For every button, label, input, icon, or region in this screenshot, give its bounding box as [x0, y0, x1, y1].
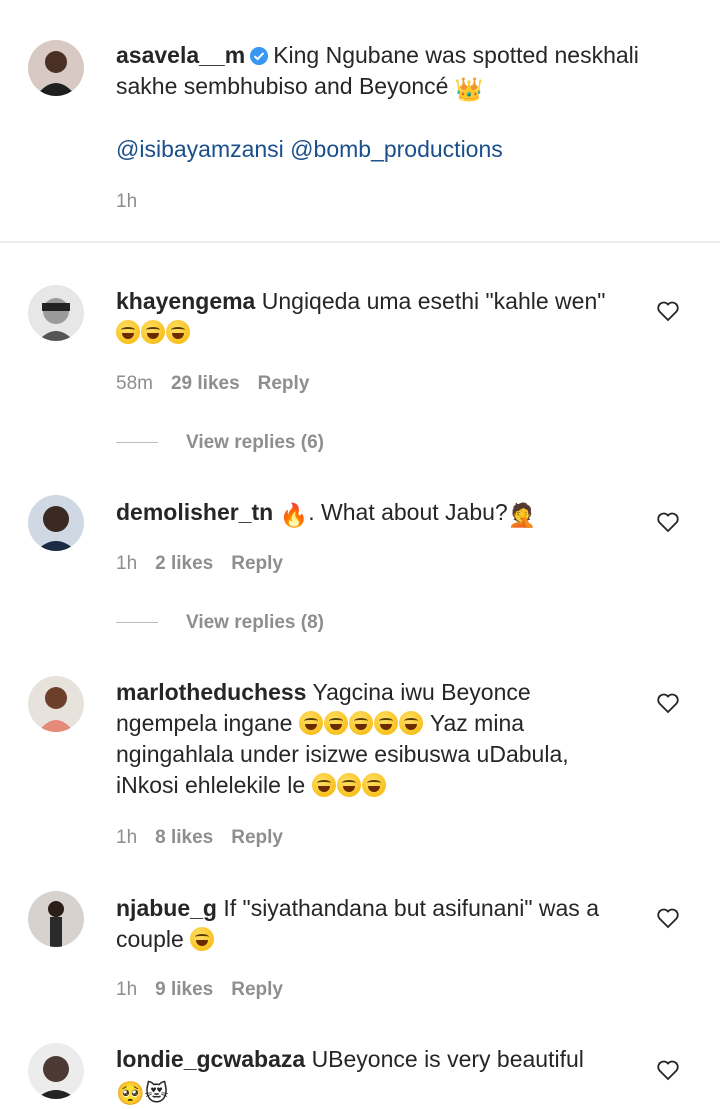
like-heart-icon[interactable] — [656, 511, 680, 533]
caption-time: 1h — [116, 191, 138, 212]
like-heart-icon[interactable] — [656, 907, 680, 929]
comment-username[interactable]: njabue_g — [116, 895, 217, 921]
comment-text: njabue_g If "siyathandana but asifunani"… — [116, 895, 599, 952]
grinning-sweat-emoji — [373, 711, 398, 735]
grinning-sweat-emoji — [361, 773, 386, 797]
comment-time: 1h — [116, 979, 138, 1000]
comment-meta: 58m 29 likes Reply — [116, 373, 327, 395]
comment-text: khayengema Ungiqeda uma esethi "kahle we… — [116, 286, 646, 348]
like-heart-icon[interactable] — [656, 692, 680, 714]
reply-button[interactable]: Reply — [231, 553, 283, 574]
comment-text: londie_gcwabaza UBeyonce is very beautif… — [116, 1044, 646, 1109]
laughing-emoji — [116, 320, 140, 344]
heart-eyes-cat-emoji: 😻 — [144, 1080, 169, 1106]
caption-avatar[interactable] — [28, 40, 84, 96]
facepalm-emoji: 🤦 — [507, 502, 537, 528]
comment-likes[interactable]: 29 likes — [171, 373, 240, 394]
grinning-sweat-emoji — [190, 927, 215, 951]
comment-username[interactable]: khayengema — [116, 288, 255, 314]
caption-mentions[interactable]: @isibayamzansi @bomb_productions — [116, 134, 503, 165]
comment-text: demolisher_tn 🔥. What about Jabu?🤦 — [116, 497, 646, 531]
avatar[interactable] — [28, 891, 84, 947]
fire-emoji: 🔥 — [279, 502, 309, 528]
comment-time: 1h — [116, 553, 138, 574]
like-heart-icon[interactable] — [656, 1059, 680, 1081]
pleading-emoji: 🥺 — [116, 1080, 145, 1106]
reply-button[interactable]: Reply — [258, 373, 310, 394]
comment-time: 1h — [116, 827, 138, 848]
comment-likes[interactable]: 2 likes — [155, 553, 213, 574]
section-divider — [0, 241, 720, 243]
caption-text: asavela__m King Ngubane was spotted neskh… — [116, 40, 696, 105]
comment-text: marlotheduchess Yagcina iwu Beyonce ngem… — [116, 679, 569, 798]
comment-username[interactable]: londie_gcwabaza — [116, 1046, 305, 1072]
laughing-emoji — [166, 320, 190, 344]
comment-meta: 1h 9 likes Reply — [116, 979, 301, 1001]
grinning-sweat-emoji — [336, 773, 361, 797]
comment-username[interactable]: demolisher_tn — [116, 499, 273, 525]
caption-username[interactable]: asavela__m — [116, 42, 245, 68]
grinning-sweat-emoji — [298, 711, 323, 735]
comment-likes[interactable]: 9 likes — [155, 979, 213, 1000]
grinning-sweat-emoji — [323, 711, 348, 735]
avatar[interactable] — [28, 676, 84, 732]
view-replies-button[interactable]: View replies (6) — [116, 432, 324, 454]
avatar[interactable] — [28, 495, 84, 551]
view-replies-button[interactable]: View replies (8) — [116, 612, 324, 634]
grinning-sweat-emoji — [311, 773, 336, 797]
verified-badge-icon — [250, 47, 269, 65]
comment-meta: 1h 8 likes Reply — [116, 827, 301, 849]
reply-button[interactable]: Reply — [231, 827, 283, 848]
avatar[interactable] — [28, 1043, 84, 1099]
grinning-sweat-emoji — [348, 711, 373, 735]
comment-time: 58m — [116, 373, 153, 394]
reply-button[interactable]: Reply — [231, 979, 283, 1000]
like-heart-icon[interactable] — [656, 300, 680, 322]
comment-username[interactable]: marlotheduchess — [116, 679, 306, 705]
crown-emoji: 👑 — [454, 76, 484, 102]
comment-likes[interactable]: 8 likes — [155, 827, 213, 848]
laughing-emoji — [141, 320, 165, 344]
grinning-sweat-emoji — [398, 711, 423, 735]
comment-meta: 1h 2 likes Reply — [116, 553, 301, 575]
avatar[interactable] — [28, 285, 84, 341]
